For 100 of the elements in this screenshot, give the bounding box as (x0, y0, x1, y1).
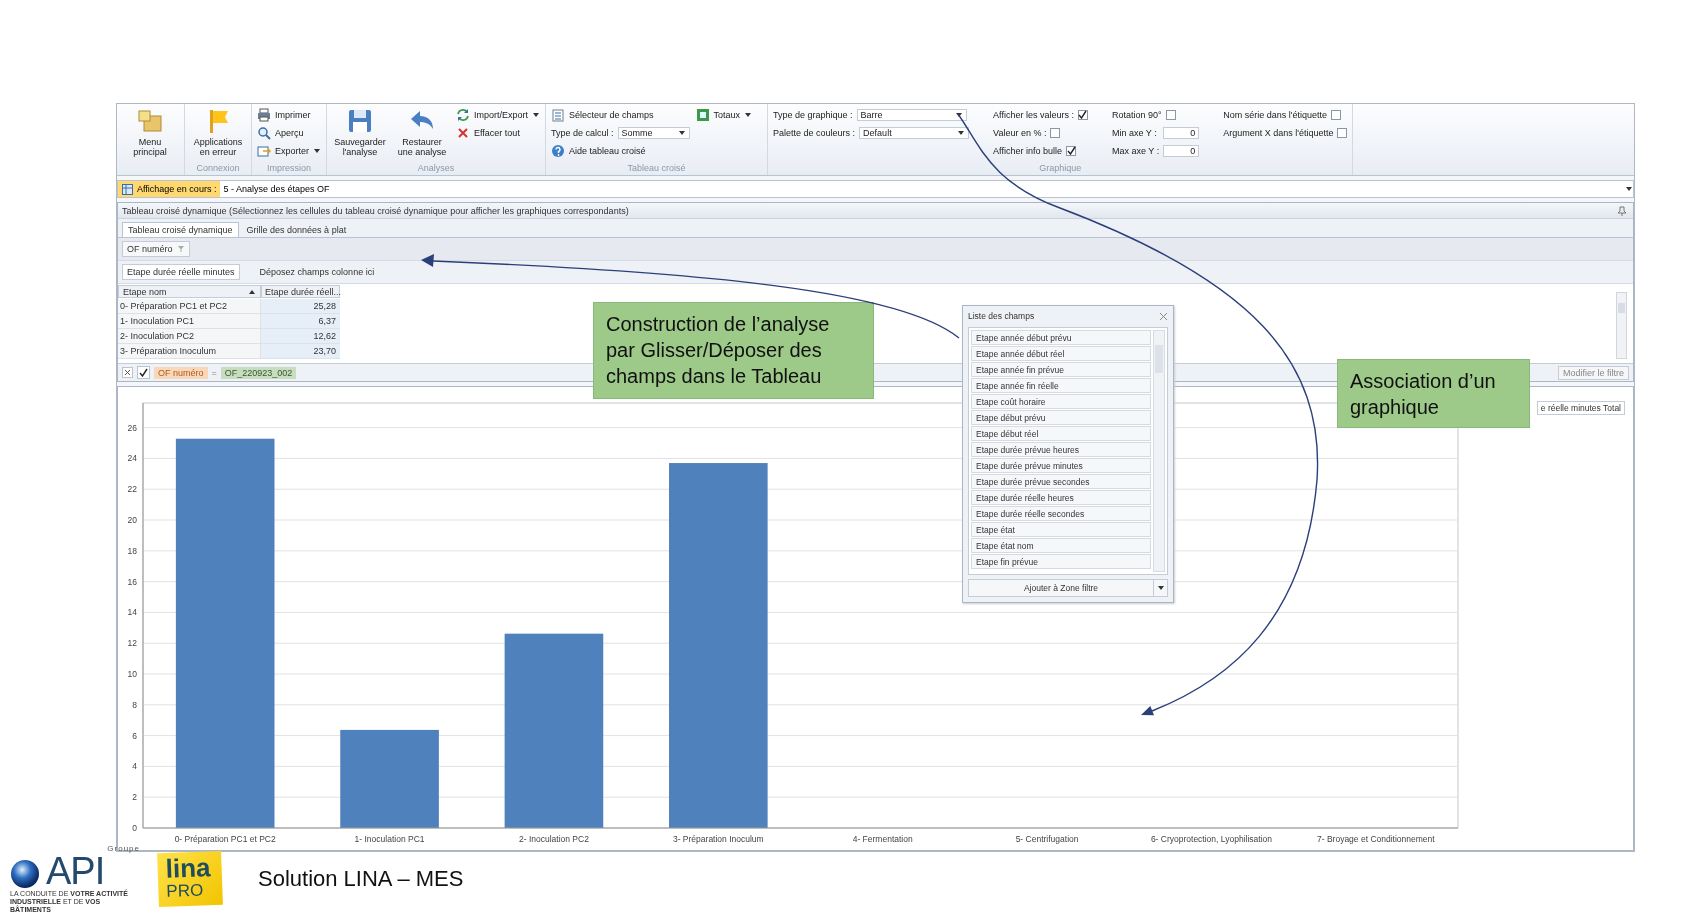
checkbox[interactable] (1050, 127, 1061, 138)
dropdown-field[interactable]: Somme (617, 126, 690, 139)
chart-legend: e réelle minutes Total (1536, 401, 1625, 415)
filter-field[interactable]: OF numéro (122, 241, 190, 257)
x-tick-label: 7- Broyage et Conditionnement (1317, 834, 1435, 844)
field-item[interactable]: Etape année fin prévue (971, 362, 1151, 377)
ribbon-button[interactable]: Menu principal (122, 107, 178, 157)
data-field[interactable]: Etape durée réelle minutes (122, 264, 240, 280)
dropdown-field[interactable]: Barre (856, 108, 967, 121)
caret-icon (313, 146, 321, 155)
help-icon (551, 143, 566, 158)
field-item[interactable]: Etape durée réelle heures (971, 490, 1151, 505)
field-item[interactable]: Etape état nom (971, 538, 1151, 553)
y-tick-label: 22 (127, 484, 137, 495)
ribbon-button[interactable]: Exporter (257, 143, 321, 158)
checkbox-label: Afficher info bulle (993, 145, 1062, 156)
filter-field-tag: OF numéro (154, 366, 208, 379)
field-item[interactable]: Etape année début réel (971, 346, 1151, 361)
ribbon-button[interactable]: Totaux (695, 107, 753, 122)
group-label: Tableau croisé (626, 162, 687, 175)
tab[interactable]: Grille des données à plat (240, 222, 353, 237)
sync-arrows-icon (456, 107, 470, 122)
company-logo-text: API (46, 853, 105, 889)
row-header[interactable]: 3- Préparation Inoculum (118, 344, 261, 359)
dropdown-button[interactable] (1153, 580, 1167, 596)
field-item[interactable]: Etape fin prévue (971, 554, 1151, 569)
y-tick-label: 12 (127, 638, 137, 649)
scrollbar[interactable] (1616, 292, 1627, 359)
ribbon-button[interactable]: Applications en erreur (190, 107, 246, 157)
table-cell: 6,37 (261, 314, 340, 329)
checkbox[interactable] (1330, 109, 1341, 120)
field-label: Palette de couleurs : (773, 127, 856, 138)
ribbon-button[interactable]: Restaurer une analyse (394, 107, 450, 157)
field-item[interactable]: Etape début prévu (971, 410, 1151, 425)
row-header[interactable]: 2- Inoculation PC2 (118, 329, 261, 344)
y-tick-label: 26 (127, 422, 137, 433)
tab[interactable]: Tableau croisé dynamique (122, 222, 239, 237)
field-item[interactable]: Etape année fin réelle (971, 378, 1151, 393)
checkbox[interactable] (1337, 127, 1348, 138)
x-tick-label: 5- Centrifugation (1015, 834, 1079, 844)
caret-icon (744, 110, 753, 119)
y-tick-label: 16 (127, 576, 137, 587)
x-tick-label: 3- Préparation Inoculum (672, 834, 764, 844)
callout-text: Association d’un graphique (1350, 370, 1496, 418)
x-tick-label: 6- Cryoprotection, Lyophilisation (1150, 834, 1272, 844)
dropdown-field[interactable]: Default (859, 126, 970, 139)
ribbon-button[interactable]: Sauvegarder l'analyse (332, 107, 388, 157)
checkbox[interactable] (1078, 109, 1088, 120)
callout-text: Construction de l’analyse par Glisser/Déposer des champs dans le Tableau (606, 313, 830, 387)
checkbox-label: Argument X dans l'étiquette (1223, 127, 1334, 138)
drop-hint: Déposez champs colonne ici (259, 267, 375, 277)
group-label: Connexion (195, 162, 241, 175)
ribbon-button[interactable]: Aperçu (257, 125, 321, 140)
close-icon (124, 369, 131, 376)
edit-filter-button[interactable]: Modifier le filtre (1557, 365, 1629, 380)
ribbon-button[interactable]: Sélecteur de champs (551, 107, 690, 122)
column-header: Etape durée réell... (261, 285, 340, 298)
clear-filter-button[interactable] (122, 367, 133, 378)
check-icon (1078, 110, 1088, 119)
checkbox-label: Afficher les valeurs : (993, 109, 1074, 120)
y-tick-label: 8 (132, 699, 137, 710)
filter-value-tag: OF_220923_002 (220, 366, 297, 379)
field-item[interactable]: Etape durée prévue secondes (971, 474, 1151, 489)
ribbon-button[interactable]: Aide tableau croisé (551, 143, 690, 158)
checkbox[interactable] (1066, 145, 1076, 156)
scrollbar[interactable] (1153, 330, 1165, 572)
checkbox[interactable] (1165, 109, 1176, 120)
field-label: Type de calcul : (551, 127, 614, 138)
ribbon-button[interactable]: Imprimer (257, 107, 321, 122)
caret-icon (532, 110, 541, 119)
field-item[interactable]: Etape année début prévu (971, 330, 1151, 345)
ribbon-button[interactable]: Effacer tout (456, 125, 541, 140)
field-item[interactable]: Etape début réel (971, 426, 1151, 441)
row-field[interactable]: Etape nom (118, 285, 261, 298)
field-item[interactable]: Etape coût horaire (971, 394, 1151, 409)
field-item[interactable]: Etape état (971, 522, 1151, 537)
table-cell: 12,62 (261, 329, 340, 344)
y-tick-label: 2 (132, 792, 137, 803)
globe-logo-icon (10, 859, 40, 889)
field-item[interactable]: Etape durée prévue minutes (971, 458, 1151, 473)
y-tick-label: 4 (132, 761, 137, 772)
caret-icon (1625, 185, 1633, 193)
row-header[interactable]: 1- Inoculation PC1 (118, 314, 261, 329)
y-tick-label: 20 (127, 515, 137, 526)
group-label: Graphique (1038, 162, 1083, 175)
row-header[interactable]: 0- Préparation PC1 et PC2 (118, 299, 261, 314)
view-label: Affichage en cours : (118, 181, 221, 197)
y-tick-label: 0 (132, 823, 137, 833)
caret-icon (677, 128, 686, 137)
filter-operator: = (211, 367, 217, 378)
table-cell: 25,28 (261, 299, 340, 314)
close-icon[interactable] (1159, 311, 1168, 321)
number-field[interactable]: 0 (1163, 144, 1200, 157)
ribbon-button[interactable]: Import/Export (456, 107, 541, 122)
product-edition-text: PRO (166, 881, 205, 901)
number-field[interactable]: 0 (1163, 126, 1200, 139)
field-item[interactable]: Etape durée réelle secondes (971, 506, 1151, 521)
table-cell: 23,70 (261, 344, 340, 359)
printer-icon (257, 107, 271, 122)
field-item[interactable]: Etape durée prévue heures (971, 442, 1151, 457)
